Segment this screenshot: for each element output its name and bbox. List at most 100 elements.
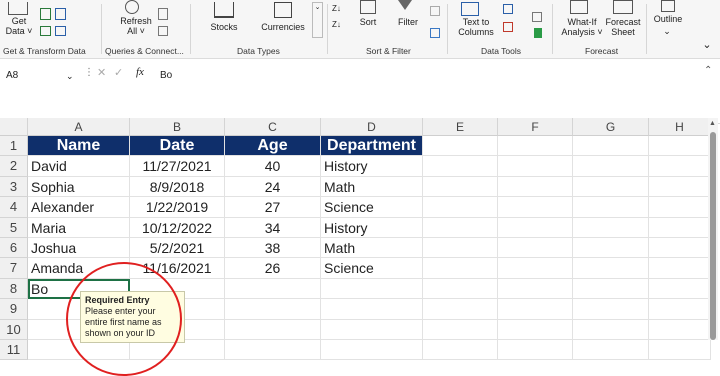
table-cell[interactable]: 11/27/2021: [130, 156, 225, 177]
cell-f10[interactable]: [498, 319, 573, 340]
table-cell[interactable]: Science: [321, 258, 423, 279]
scroll-up-icon[interactable]: ▲: [709, 120, 716, 127]
table-cell[interactable]: Joshua: [28, 238, 130, 259]
cell-h9[interactable]: [649, 299, 711, 320]
row-header-11[interactable]: 11: [0, 340, 28, 361]
cell-f6[interactable]: [498, 238, 573, 259]
table-cell[interactable]: Maria: [28, 217, 130, 238]
cell-g2[interactable]: [573, 156, 649, 177]
cell-f1[interactable]: [498, 136, 573, 157]
currencies-button[interactable]: Currencies: [257, 22, 309, 32]
table-cell[interactable]: 38: [225, 238, 321, 259]
column-header-g[interactable]: G: [573, 118, 649, 136]
table-cell[interactable]: 34: [225, 217, 321, 238]
data-validation-icon[interactable]: [532, 12, 542, 22]
data-model-icon[interactable]: [534, 28, 542, 38]
chevron-down-icon[interactable]: ⌄: [66, 67, 74, 85]
table-header-name[interactable]: Name: [28, 136, 130, 157]
more-icon[interactable]: ⋮: [84, 67, 94, 78]
row-header-7[interactable]: 7: [0, 258, 28, 279]
cell-g4[interactable]: [573, 197, 649, 218]
sort-az-icon[interactable]: Z↓: [332, 4, 341, 13]
row-header-5[interactable]: 5: [0, 217, 28, 238]
cell-f8[interactable]: [498, 278, 573, 300]
cell-g7[interactable]: [573, 258, 649, 279]
cell-c10[interactable]: [225, 319, 321, 340]
cell-h8[interactable]: [649, 278, 711, 300]
cell-h4[interactable]: [649, 197, 711, 218]
cell-c11[interactable]: [225, 340, 321, 361]
cell-g10[interactable]: [573, 319, 649, 340]
table-cell[interactable]: Sophia: [28, 176, 130, 198]
forecast-sheet-button[interactable]: Forecast Sheet: [603, 17, 643, 37]
get-data-button[interactable]: Get Data ˅: [2, 16, 36, 36]
cell-h1[interactable]: [649, 136, 711, 157]
expand-formula-bar-icon[interactable]: ⌃: [704, 65, 712, 76]
sort-za-icon[interactable]: Z↓: [332, 20, 341, 29]
table-cell[interactable]: History: [321, 217, 423, 238]
column-header-b[interactable]: B: [130, 118, 225, 136]
column-header-f[interactable]: F: [498, 118, 573, 136]
insert-function-icon[interactable]: fx: [136, 66, 144, 78]
filter-button[interactable]: Filter: [393, 17, 423, 27]
cell-f9[interactable]: [498, 299, 573, 320]
cell-g8[interactable]: [573, 278, 649, 300]
cell-e2[interactable]: [423, 156, 498, 177]
cell-h3[interactable]: [649, 176, 711, 198]
cell-g3[interactable]: [573, 176, 649, 198]
cell-g9[interactable]: [573, 299, 649, 320]
cell-h11[interactable]: [649, 340, 711, 361]
cell-e4[interactable]: [423, 197, 498, 218]
cell-h2[interactable]: [649, 156, 711, 177]
collapse-ribbon-icon[interactable]: ⌄: [700, 40, 714, 51]
row-header-6[interactable]: 6: [0, 238, 28, 259]
cell-e11[interactable]: [423, 340, 498, 361]
cell-d11[interactable]: [321, 340, 423, 361]
cancel-icon[interactable]: ✕: [97, 66, 106, 79]
table-cell[interactable]: 8/9/2018: [130, 176, 225, 198]
table-cell[interactable]: History: [321, 156, 423, 177]
table-cell[interactable]: Math: [321, 176, 423, 198]
name-box[interactable]: A8 ⌄: [6, 67, 76, 85]
row-header-9[interactable]: 9: [0, 299, 28, 320]
table-header-department[interactable]: Department: [321, 136, 423, 157]
outline-dropdown-icon[interactable]: ⌄: [660, 26, 674, 36]
cell-e5[interactable]: [423, 217, 498, 238]
cell-h6[interactable]: [649, 238, 711, 259]
table-cell[interactable]: 1/22/2019: [130, 197, 225, 218]
text-to-columns-button[interactable]: Text to Columns: [456, 17, 496, 37]
cell-f11[interactable]: [498, 340, 573, 361]
cell-h10[interactable]: [649, 319, 711, 340]
cell-e10[interactable]: [423, 319, 498, 340]
cell-e9[interactable]: [423, 299, 498, 320]
cell-g6[interactable]: [573, 238, 649, 259]
cell-e7[interactable]: [423, 258, 498, 279]
sort-button[interactable]: Sort: [355, 17, 381, 27]
remove-duplicates-icon[interactable]: [503, 22, 513, 32]
row-header-8[interactable]: 8: [0, 278, 28, 300]
formula-input[interactable]: Bo: [160, 67, 172, 85]
vertical-scrollbar[interactable]: ▲: [708, 118, 718, 340]
row-header-1[interactable]: 1: [0, 136, 28, 157]
cell-c9[interactable]: [225, 299, 321, 320]
table-cell[interactable]: 27: [225, 197, 321, 218]
what-if-analysis-button[interactable]: What-If Analysis ˅: [560, 17, 604, 37]
table-cell[interactable]: David: [28, 156, 130, 177]
table-cell[interactable]: 10/12/2022: [130, 217, 225, 238]
table-cell[interactable]: 24: [225, 176, 321, 198]
column-header-e[interactable]: E: [423, 118, 498, 136]
advanced-filter-icon[interactable]: [430, 28, 440, 38]
cell-e1[interactable]: [423, 136, 498, 157]
table-header-date[interactable]: Date: [130, 136, 225, 157]
row-header-3[interactable]: 3: [0, 176, 28, 198]
cell-g1[interactable]: [573, 136, 649, 157]
row-header-2[interactable]: 2: [0, 156, 28, 177]
column-header-d[interactable]: D: [321, 118, 423, 136]
cell-h7[interactable]: [649, 258, 711, 279]
table-cell[interactable]: Alexander: [28, 197, 130, 218]
cell-h5[interactable]: [649, 217, 711, 238]
table-header-age[interactable]: Age: [225, 136, 321, 157]
table-cell[interactable]: Science: [321, 197, 423, 218]
cell-f4[interactable]: [498, 197, 573, 218]
cell-e6[interactable]: [423, 238, 498, 259]
